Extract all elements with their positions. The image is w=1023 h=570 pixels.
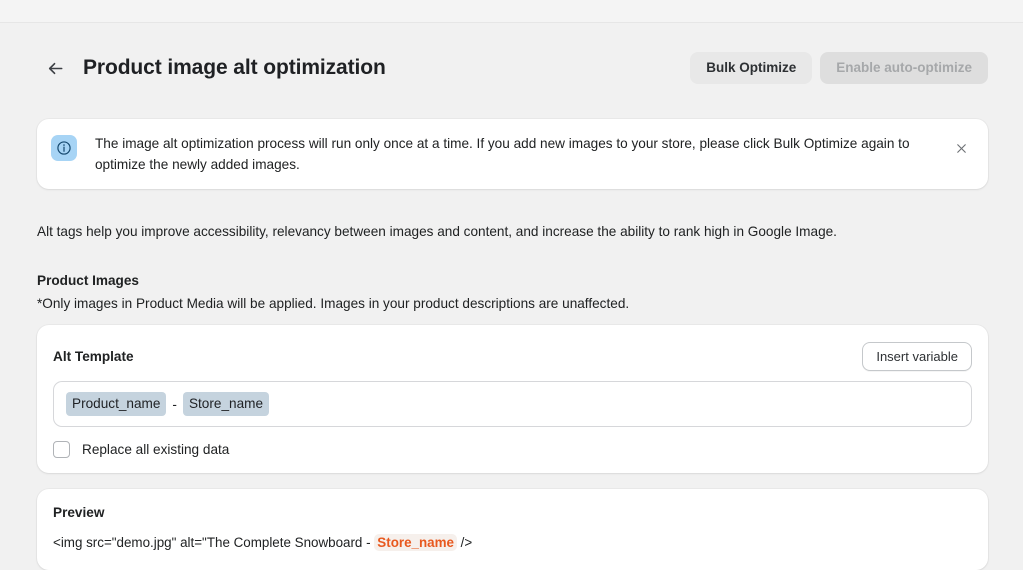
- header-actions: Bulk Optimize Enable auto-optimize: [690, 52, 988, 84]
- page-header: Product image alt optimization Bulk Opti…: [37, 48, 988, 88]
- alt-tags-description: Alt tags help you improve accessibility,…: [37, 224, 837, 239]
- arrow-left-icon: [46, 59, 65, 78]
- info-banner: The image alt optimization process will …: [37, 119, 988, 189]
- alt-template-card-header: Alt Template Insert variable: [53, 341, 972, 371]
- preview-title: Preview: [53, 505, 105, 520]
- alt-template-title: Alt Template: [53, 348, 134, 364]
- enable-auto-optimize-button: Enable auto-optimize: [820, 52, 988, 84]
- chip-separator: -: [172, 396, 177, 412]
- preview-code-prefix: <img src="demo.jpg" alt="The Complete Sn…: [53, 535, 375, 550]
- replace-existing-data-row[interactable]: Replace all existing data: [53, 441, 972, 458]
- bulk-optimize-button[interactable]: Bulk Optimize: [690, 52, 813, 84]
- close-icon[interactable]: [950, 137, 972, 159]
- variable-chip-store-name[interactable]: Store_name: [182, 392, 270, 416]
- variable-chip-product-name[interactable]: Product_name: [66, 392, 167, 416]
- info-circle-icon: [51, 135, 77, 161]
- page-title: Product image alt optimization: [83, 56, 386, 79]
- alt-template-card: Alt Template Insert variable Product_nam…: [37, 325, 988, 473]
- preview-code: <img src="demo.jpg" alt="The Complete Sn…: [53, 533, 972, 553]
- top-bar-strip: [0, 0, 1023, 23]
- preview-code-variable: Store_name: [374, 534, 457, 551]
- preview-card: Preview <img src="demo.jpg" alt="The Com…: [37, 489, 988, 570]
- page-body: Product image alt optimization Bulk Opti…: [0, 23, 1023, 570]
- product-images-note: *Only images in Product Media will be ap…: [37, 296, 630, 311]
- alt-template-input[interactable]: Product_name - Store_name: [53, 381, 972, 427]
- product-images-heading: Product Images: [37, 273, 139, 288]
- info-banner-message: The image alt optimization process will …: [95, 136, 910, 172]
- replace-existing-data-checkbox[interactable]: [53, 441, 70, 458]
- replace-existing-data-label: Replace all existing data: [82, 442, 230, 457]
- insert-variable-button[interactable]: Insert variable: [862, 341, 972, 371]
- back-button[interactable]: [41, 54, 69, 82]
- preview-code-suffix: />: [456, 535, 473, 550]
